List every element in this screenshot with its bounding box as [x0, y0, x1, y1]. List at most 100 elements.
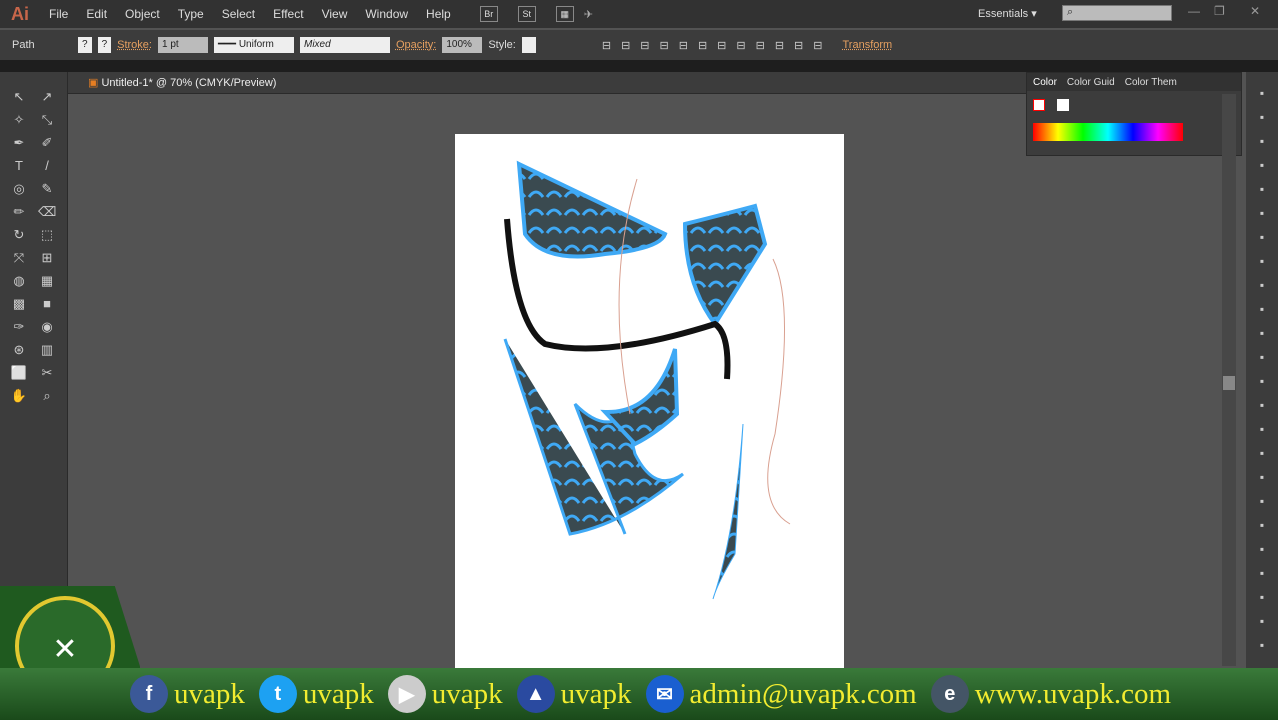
workspace-switcher[interactable]: Essentials ▾: [978, 7, 1037, 20]
rotate-tool-icon[interactable]: ↻: [10, 226, 28, 244]
style-swatch[interactable]: [521, 37, 536, 53]
dist-top-icon[interactable]: ⊟: [717, 39, 726, 52]
twitter-icon[interactable]: t: [258, 675, 297, 713]
shape-tool-icon[interactable]: ◍: [10, 272, 28, 290]
mail-icon[interactable]: ✉: [645, 675, 684, 713]
dist-left-icon[interactable]: ⊟: [775, 39, 784, 52]
facebook-icon[interactable]: f: [130, 675, 168, 713]
dock-panel-icon[interactable]: ▪: [1254, 566, 1270, 580]
youtube-icon[interactable]: ▶: [387, 675, 426, 713]
graph-tool-icon[interactable]: ▥: [38, 341, 56, 359]
dock-panel-icon[interactable]: ▪: [1254, 134, 1270, 148]
menu-object[interactable]: Object: [116, 7, 169, 21]
align-bottom-icon[interactable]: ⊟: [698, 39, 707, 52]
dock-panel-icon[interactable]: ▪: [1254, 518, 1270, 532]
align-vcenter-icon[interactable]: ⊟: [679, 39, 688, 52]
banner-link[interactable]: www.uvapk.com: [975, 678, 1171, 711]
artboard-tool-icon[interactable]: ⬜: [10, 364, 28, 382]
blend-tool-icon[interactable]: ◉: [38, 318, 56, 336]
variable-width-profile[interactable]: ━━━ Uniform: [213, 37, 294, 53]
pencil-tool-icon[interactable]: ✏: [10, 203, 28, 221]
opacity-label[interactable]: Opacity:: [396, 39, 436, 51]
dock-panel-icon[interactable]: ▪: [1254, 542, 1270, 556]
align-left-icon[interactable]: ⊟: [602, 39, 611, 52]
dock-panel-icon[interactable]: ▪: [1254, 254, 1270, 268]
app-icon[interactable]: ▲: [516, 675, 555, 713]
fill-swatch[interactable]: ?: [78, 37, 92, 53]
dock-panel-icon[interactable]: ▪: [1254, 206, 1270, 220]
bridge-button[interactable]: Br: [479, 6, 498, 22]
color-spectrum[interactable]: [1033, 123, 1183, 141]
web-icon[interactable]: e: [930, 675, 969, 713]
dist-hcenter-icon[interactable]: ⊟: [794, 39, 803, 52]
eraser-tool-icon[interactable]: ⌫: [38, 203, 56, 221]
line-tool-icon[interactable]: /: [38, 157, 56, 175]
artwork[interactable]: [455, 134, 844, 674]
scale-tool-icon[interactable]: ⬚: [38, 226, 56, 244]
sync-icon[interactable]: ✈: [584, 8, 593, 21]
shape-builder-tool-icon[interactable]: ◎: [10, 180, 28, 198]
transform-link[interactable]: Transform: [842, 39, 892, 51]
banner-link[interactable]: admin@uvapk.com: [690, 678, 917, 711]
dock-panel-icon[interactable]: ▪: [1254, 446, 1270, 460]
slice-tool-icon[interactable]: ✂: [38, 364, 56, 382]
banner-link[interactable]: uvapk: [303, 678, 374, 711]
perspective-tool-icon[interactable]: ▦: [38, 272, 56, 290]
dock-panel-icon[interactable]: ▪: [1254, 230, 1270, 244]
brush-definition[interactable]: Mixed: [299, 37, 390, 53]
menu-view[interactable]: View: [313, 7, 357, 21]
pen-tool-icon[interactable]: ✒: [10, 134, 28, 152]
align-top-icon[interactable]: ⊟: [660, 39, 669, 52]
dock-panel-icon[interactable]: ▪: [1254, 494, 1270, 508]
restore-button[interactable]: ❐: [1214, 4, 1225, 18]
menu-window[interactable]: Window: [356, 7, 417, 21]
dock-panel-icon[interactable]: ▪: [1254, 422, 1270, 436]
mesh-tool-icon[interactable]: ▩: [10, 295, 28, 313]
direct-selection-tool-icon[interactable]: ↗: [38, 88, 56, 106]
stroke-weight-field[interactable]: 1 pt: [157, 37, 208, 53]
menu-effect[interactable]: Effect: [264, 7, 312, 21]
symbol-tool-icon[interactable]: ⊛: [10, 341, 28, 359]
dock-panel-icon[interactable]: ▪: [1254, 470, 1270, 484]
menu-type[interactable]: Type: [169, 7, 213, 21]
dock-panel-icon[interactable]: ▪: [1254, 638, 1270, 652]
arrange-documents-icon[interactable]: ▦: [555, 6, 574, 22]
selection-tool-icon[interactable]: ↖: [10, 88, 28, 106]
artboard[interactable]: [455, 134, 844, 674]
document-tab[interactable]: ▣ Untitled-1* @ 70% (CMYK/Preview): [88, 76, 276, 89]
dist-bottom-icon[interactable]: ⊟: [756, 39, 765, 52]
zoom-tool-icon[interactable]: ⌕: [38, 387, 56, 405]
align-hcenter-icon[interactable]: ⊟: [621, 39, 630, 52]
dock-panel-icon[interactable]: ▪: [1254, 158, 1270, 172]
eyedropper-tool-icon[interactable]: ✑: [10, 318, 28, 336]
dock-panel-icon[interactable]: ▪: [1254, 86, 1270, 100]
hand-tool-icon[interactable]: ✋: [10, 387, 28, 405]
menu-select[interactable]: Select: [213, 7, 264, 21]
dock-panel-icon[interactable]: ▪: [1254, 398, 1270, 412]
none-swatch[interactable]: [1033, 99, 1045, 111]
lasso-tool-icon[interactable]: ⤡: [38, 111, 56, 129]
stroke-label[interactable]: Stroke:: [117, 39, 152, 51]
dock-panel-icon[interactable]: ▪: [1254, 374, 1270, 388]
scrollbar-thumb[interactable]: [1223, 376, 1235, 390]
curvature-tool-icon[interactable]: ✐: [38, 134, 56, 152]
stock-button[interactable]: St: [517, 6, 536, 22]
panel-tab-0[interactable]: Color: [1033, 77, 1057, 88]
panel-tab-1[interactable]: Color Guid: [1067, 77, 1115, 88]
dock-panel-icon[interactable]: ▪: [1254, 590, 1270, 604]
stroke-swatch[interactable]: ?: [97, 37, 112, 53]
banner-link[interactable]: uvapk: [174, 678, 245, 711]
dock-panel-icon[interactable]: ▪: [1254, 182, 1270, 196]
dock-panel-icon[interactable]: ▪: [1254, 110, 1270, 124]
dist-vcenter-icon[interactable]: ⊟: [736, 39, 745, 52]
gradient-tool-icon[interactable]: ■: [38, 295, 56, 313]
close-button[interactable]: ✕: [1250, 4, 1260, 18]
white-swatch[interactable]: [1057, 99, 1069, 111]
paintbrush-tool-icon[interactable]: ✎: [38, 180, 56, 198]
minimize-button[interactable]: —: [1188, 4, 1200, 18]
menu-edit[interactable]: Edit: [77, 7, 116, 21]
align-right-icon[interactable]: ⊟: [640, 39, 649, 52]
dock-panel-icon[interactable]: ▪: [1254, 326, 1270, 340]
width-tool-icon[interactable]: ⤧: [10, 249, 28, 267]
banner-link[interactable]: uvapk: [432, 678, 503, 711]
